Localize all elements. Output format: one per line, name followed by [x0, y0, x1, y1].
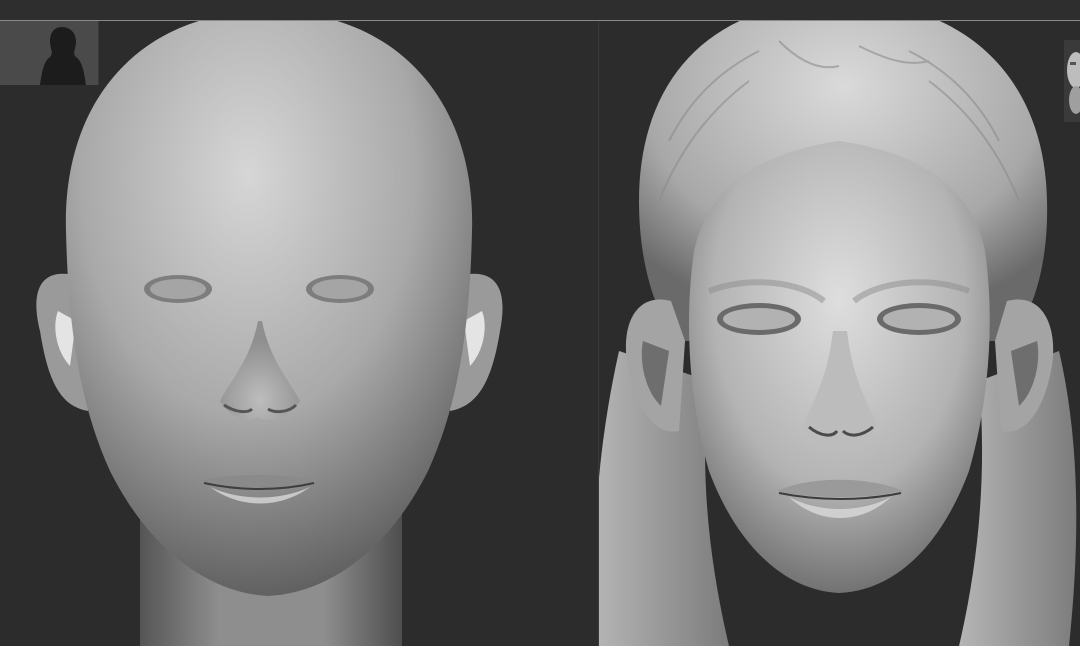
head-with-hair-sculpt [599, 21, 1077, 646]
bald-head-sculpt [36, 21, 503, 646]
head-thumbnail[interactable] [1064, 40, 1080, 122]
silhouette-thumbnail[interactable] [0, 21, 99, 85]
left-viewport[interactable] [0, 21, 598, 646]
silhouette-icon [40, 27, 86, 85]
top-toolbar [0, 0, 1080, 21]
right-viewport[interactable] [599, 21, 1080, 646]
head-thumbnail-icon [1067, 52, 1080, 114]
